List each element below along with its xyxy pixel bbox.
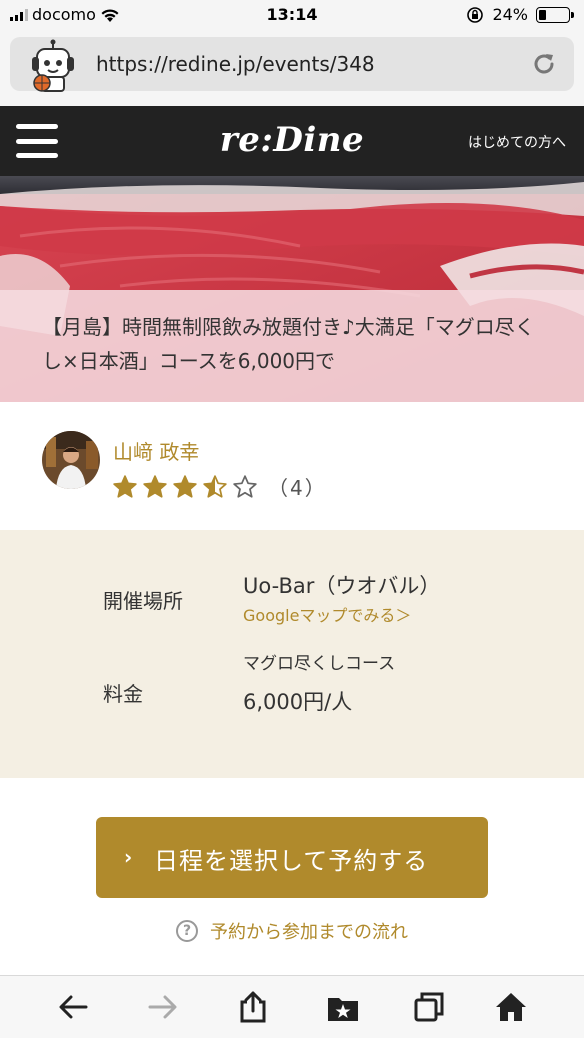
star-icon [203,474,227,498]
chevron-right-icon: › [124,845,133,869]
host-name[interactable]: 山﨑 政幸 [113,436,199,465]
venue-name: Uo-Bar（ウオバル） [243,574,441,598]
review-count[interactable]: （4） [268,472,327,501]
browser-toolbar [0,975,584,1038]
host-section: 山﨑 政幸 （4） [0,402,584,530]
tabs-icon[interactable] [412,990,446,1024]
reserve-button-label: 日程を選択して予約する [154,847,429,875]
battery-percent: 24% [492,5,528,24]
flow-link-label: 予約から参加までの流れ [210,922,408,943]
home-icon[interactable] [494,990,528,1024]
first-time-link[interactable]: はじめての方へ [468,132,566,152]
rating-stars: （4） [112,472,327,501]
status-right: 24% [466,5,574,24]
url-text: https://redine.jp/events/348 [96,52,375,76]
mascot-avatar-icon [32,39,74,92]
reload-icon[interactable] [530,50,558,78]
venue-label: 開催場所 [103,589,183,613]
battery-level [539,9,546,20]
star-icon [113,474,137,498]
orientation-lock-icon [467,6,484,23]
back-arrow-icon[interactable] [56,990,90,1024]
bookmarks-icon[interactable] [326,990,360,1024]
battery-icon [536,6,574,23]
host-avatar[interactable] [42,431,100,489]
address-bar[interactable]: https://redine.jp/events/348 [10,37,574,92]
star-icon [233,474,257,498]
forward-arrow-icon[interactable] [146,990,180,1024]
google-map-link[interactable]: Googleマップでみる＞ [243,602,411,626]
price-value: 6,000円/人 [243,690,353,714]
event-info: 開催場所 Uo-Bar（ウオバル） Googleマップでみる＞ 料金 マグロ尽く… [0,530,584,778]
price-label: 料金 [103,682,143,706]
site-header: re:Dine はじめての方へ [0,106,584,176]
reservation-flow-link[interactable]: ? 予約から参加までの流れ [0,918,584,944]
help-icon: ? [176,920,198,942]
course-name: マグロ尽くしコース [243,654,396,674]
share-icon[interactable] [236,990,270,1024]
star-icon [173,474,197,498]
event-title: 【月島】時間無制限飲み放題付き♪大満足「マグロ尽くし×日本酒」コースを6,000… [42,315,535,373]
star-icon [143,474,167,498]
browser-address-area: https://redine.jp/events/348 [0,30,584,106]
reserve-button[interactable]: › 日程を選択して予約する [96,817,488,898]
status-bar: docomo 13:14 24% [0,0,584,30]
hero-image: 【月島】時間無制限飲み放題付き♪大満足「マグロ尽くし×日本酒」コースを6,000… [0,176,584,402]
